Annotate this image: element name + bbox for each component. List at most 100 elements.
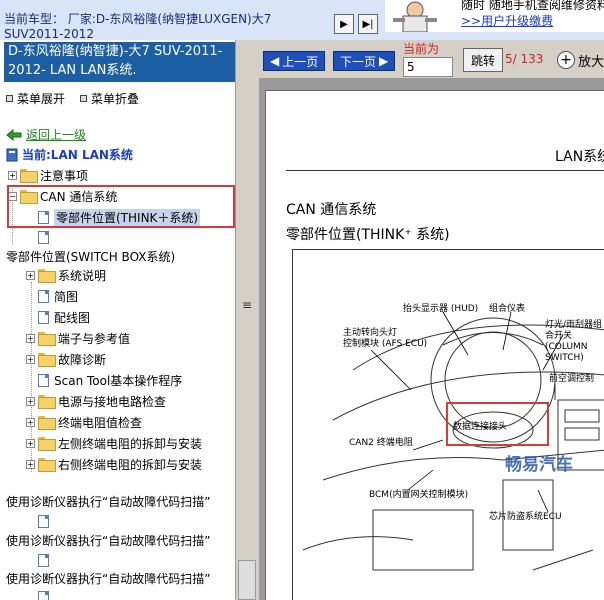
tree-item-label: 零部件位置(SWITCH BOX系统) <box>6 249 176 264</box>
tree-item-switch-box-parts[interactable]: 零部件位置(SWITCH BOX系统) <box>6 247 175 265</box>
document-icon <box>38 310 49 324</box>
tree-item-notes[interactable]: + 注意事项 <box>8 166 88 184</box>
vehicle-label-continued: SUV2011-2012 <box>4 27 95 39</box>
back-arrow-icon <box>6 128 22 141</box>
expand-plus-icon[interactable]: + <box>26 417 35 427</box>
tree-item-label: 使用诊断仪器执行“自动故障代码扫描” <box>6 533 211 548</box>
page-canvas: LAN系统 CAN 通信系统 零部件位置(THINK⁺ 系统) <box>259 78 604 600</box>
folder-icon <box>20 169 38 183</box>
tree-item-auto-scan-2[interactable]: 使用诊断仪器执行“自动故障代码扫描” <box>6 531 210 549</box>
red-highlight-frame <box>446 402 549 446</box>
tree-item-diagram[interactable]: 简图 <box>38 287 78 305</box>
left-arrow-icon: ◀ <box>270 54 280 68</box>
folder-icon <box>38 353 56 367</box>
app-window: 当前车型： 厂家:D-东风裕隆(纳智捷LUXGEN)大7 SUV2011-201… <box>0 0 604 600</box>
tree-item-terminals-reference[interactable]: + 端子与参考值 <box>26 329 130 347</box>
expand-plus-icon[interactable]: + <box>26 354 35 364</box>
back-link[interactable]: 返回上一级 <box>6 126 86 143</box>
document-icon <box>38 373 49 387</box>
tree-item-auto-scan-1[interactable]: 使用诊断仪器执行“自动故障代码扫描” <box>6 492 210 510</box>
label-cluster: 组合仪表 <box>489 304 526 314</box>
watermark: 畅易汽车 <box>505 455 573 475</box>
tree-item-label: 端子与参考值 <box>58 331 131 346</box>
collapse-square-icon <box>80 95 87 102</box>
expand-all-menu[interactable]: 菜单展开 <box>6 90 65 107</box>
collapse-all-label: 菜单折叠 <box>91 92 140 106</box>
tree-item-blank[interactable] <box>38 228 54 246</box>
document-icon <box>38 230 49 244</box>
prev-page-label: 上一页 <box>282 54 319 69</box>
scrollbar-thumb[interactable] <box>238 560 256 600</box>
label-bcm: BCM(内置网关控制模块) <box>369 490 469 500</box>
page-header: LAN系统 <box>555 149 604 165</box>
label-afs-ecu: 主动转向头灯 控制模块 (AFS ECU) <box>343 328 428 349</box>
expand-plus-icon[interactable]: + <box>26 270 35 280</box>
expand-plus-icon[interactable]: + <box>26 459 35 469</box>
viewer-toolbar: ◀ 上一页 下一页 ▶ 当前为 跳转 5/ 133 + 放大 <box>259 40 604 78</box>
document-header: D-东风裕隆(纳智捷)-大7 SUV-2011-2012- LAN LAN系统. <box>4 42 235 82</box>
folder-icon <box>38 416 56 430</box>
current-page-label: 当前为 <box>403 42 440 56</box>
section-title: CAN 通信系统 <box>286 202 377 218</box>
tree-item-label: 故障诊断 <box>58 352 107 367</box>
tree-item-label: 使用诊断仪器执行“自动故障代码扫描” <box>6 571 211 586</box>
folder-icon <box>38 332 56 346</box>
tree-item-terminal-resistance-check[interactable]: + 终端电阻值检查 <box>26 413 142 431</box>
upgrade-link[interactable]: >>用户升级缴费 <box>461 12 553 29</box>
zoom-plus-icon: + <box>557 51 575 69</box>
current-location: 当前:LAN LAN系统 <box>6 146 133 163</box>
tree-item-label: 电源与接地电路检查 <box>58 394 167 409</box>
zoom-in-button[interactable]: + 放大 <box>557 48 604 72</box>
tree-item-system-description[interactable]: + 系统说明 <box>26 266 106 284</box>
tree-item-label: 系统说明 <box>58 268 107 283</box>
tree-item-blank[interactable] <box>38 588 54 600</box>
dashboard-components-diagram: 抬头显示器 (HUD) 组合仪表 主动转向头灯 控制模块 (AFS ECU) 灯… <box>292 249 604 600</box>
document-icon <box>38 514 49 528</box>
document-icon <box>38 553 49 567</box>
nav-last-button[interactable]: ▶| <box>358 14 378 34</box>
tree-item-blank[interactable] <box>38 512 54 530</box>
tree-item-power-ground-check[interactable]: + 电源与接地电路检查 <box>26 392 166 410</box>
jump-button[interactable]: 跳转 <box>463 48 503 72</box>
pane-splitter[interactable]: ≡ <box>237 40 259 600</box>
promo-banner[interactable]: 随时 随地手机查阅维修资料 >>用户升级缴费 <box>385 0 604 32</box>
label-immobilizer-ecu: 芯片防盗系统ECU <box>489 512 562 522</box>
next-page-label: 下一页 <box>340 54 377 69</box>
folder-icon <box>38 458 56 472</box>
current-location-label: 当前:LAN LAN系统 <box>22 148 133 162</box>
next-page-button[interactable]: 下一页 ▶ <box>333 51 396 71</box>
tree-item-auto-scan-3[interactable]: 使用诊断仪器执行“自动故障代码扫描” <box>6 569 210 587</box>
nav-next-button[interactable]: ▶ <box>334 14 354 34</box>
document-icon <box>38 590 49 600</box>
tree-item-label: 配线图 <box>54 310 91 325</box>
tree-item-fault-diagnosis[interactable]: + 故障诊断 <box>26 350 106 368</box>
tree-item-wiring-diagram[interactable]: 配线图 <box>38 308 90 326</box>
red-highlight-frame <box>7 185 235 228</box>
splitter-grip-icon[interactable]: ≡ <box>242 298 252 312</box>
label-can2-terminal: CAN2 终端电阻 <box>349 438 413 448</box>
tree-item-label: 终端电阻值检查 <box>58 415 143 430</box>
right-arrow-icon: ▶ <box>379 54 389 68</box>
page-number-input[interactable] <box>403 57 453 77</box>
tree-item-right-terminal-resistor[interactable]: + 右侧终端电阻的拆卸与安装 <box>26 455 202 473</box>
back-link-label: 返回上一级 <box>26 128 87 142</box>
page-count: 5/ 133 <box>505 52 544 66</box>
collapse-all-menu[interactable]: 菜单折叠 <box>80 90 139 107</box>
folder-icon <box>38 269 56 283</box>
document-icon <box>38 289 49 303</box>
expand-plus-icon[interactable]: + <box>8 170 17 180</box>
expand-square-icon <box>6 95 13 102</box>
label-column-switch: 灯光/雨刮器组合开关 (COLUMN SWITCH) <box>545 320 603 363</box>
tree-item-blank[interactable] <box>38 551 54 569</box>
expand-plus-icon[interactable]: + <box>26 333 35 343</box>
top-bar: 当前车型： 厂家:D-东风裕隆(纳智捷LUXGEN)大7 SUV2011-201… <box>0 0 604 40</box>
tree-item-left-terminal-resistor[interactable]: + 左侧终端电阻的拆卸与安装 <box>26 434 202 452</box>
expand-all-label: 菜单展开 <box>17 92 66 106</box>
expand-plus-icon[interactable]: + <box>26 438 35 448</box>
navigation-tree-pane: D-东风裕隆(纳智捷)-大7 SUV-2011-2012- LAN LAN系统.… <box>0 40 236 600</box>
prev-page-button[interactable]: ◀ 上一页 <box>263 51 326 71</box>
tree-item-scan-tool[interactable]: Scan Tool基本操作程序 <box>38 371 182 389</box>
mechanic-figure-icon <box>393 1 437 32</box>
tree-item-label: 注意事项 <box>40 168 89 183</box>
expand-plus-icon[interactable]: + <box>26 396 35 406</box>
